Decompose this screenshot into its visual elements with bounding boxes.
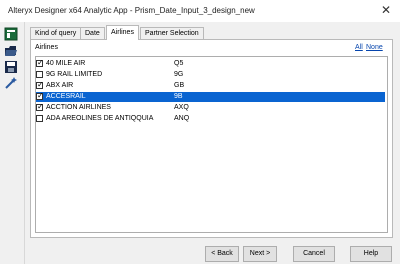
airline-name: ABX AIR xyxy=(46,82,74,89)
airline-name: ADA AREOLINES DE ANTIQQUIA xyxy=(46,115,154,122)
airline-code: GB xyxy=(174,82,185,89)
close-icon[interactable]: ✕ xyxy=(379,3,393,17)
checkbox[interactable] xyxy=(36,71,43,78)
airline-name: ACCTION AIRLINES xyxy=(46,104,111,111)
tab-date[interactable]: Date xyxy=(80,27,105,39)
checkbox[interactable]: ✓ xyxy=(36,102,44,111)
airlines-label: Airlines xyxy=(35,44,58,51)
list-item[interactable]: ✓ ABX AIR GB xyxy=(36,80,385,91)
checkmark-icon: ✓ xyxy=(37,58,44,67)
airline-code: AXQ xyxy=(174,104,189,111)
select-all-link[interactable]: All xyxy=(355,44,363,51)
checkbox[interactable] xyxy=(36,115,43,122)
tab-partner-selection[interactable]: Partner Selection xyxy=(140,27,204,39)
checkmark-icon: ✓ xyxy=(37,80,44,89)
tab-kind-of-query[interactable]: Kind of query xyxy=(30,27,82,39)
title-bar: Alteryx Designer x64 Analytic App - Pris… xyxy=(0,0,400,23)
airline-code: 9B xyxy=(174,93,183,100)
checkbox[interactable]: ✓ xyxy=(36,80,44,89)
select-none-link[interactable]: None xyxy=(366,44,383,51)
list-item[interactable]: ✓ ACCTION AIRLINES AXQ xyxy=(36,102,385,113)
airline-code: Q5 xyxy=(174,60,184,67)
app-tool-icon[interactable] xyxy=(4,27,18,41)
tab-airlines[interactable]: Airlines xyxy=(106,25,139,40)
airline-name: 9G RAIL LIMITED xyxy=(46,71,103,78)
airline-name: 40 MILE AIR xyxy=(46,60,86,67)
list-item[interactable]: ✓ 40 MILE AIR Q5 xyxy=(36,58,385,69)
save-icon[interactable] xyxy=(4,60,18,74)
checkmark-icon: ✓ xyxy=(37,102,44,111)
back-button[interactable]: < Back xyxy=(205,246,239,262)
left-toolbar xyxy=(0,22,25,264)
checkmark-icon: ✓ xyxy=(37,91,44,100)
window-title: Alteryx Designer x64 Analytic App - Pris… xyxy=(8,6,255,15)
magic-wand-icon[interactable] xyxy=(4,76,18,90)
next-button[interactable]: Next > xyxy=(243,246,277,262)
list-item[interactable]: ADA AREOLINES DE ANTIQQUIA ANQ xyxy=(36,114,385,124)
list-item[interactable]: 9G RAIL LIMITED 9G xyxy=(36,70,385,80)
airline-code: 9G xyxy=(174,71,184,78)
airline-name: ACCESRAIL xyxy=(46,93,86,100)
cancel-button[interactable]: Cancel xyxy=(293,246,335,262)
airline-code: ANQ xyxy=(174,115,190,122)
help-button[interactable]: Help xyxy=(350,246,392,262)
open-folder-icon[interactable] xyxy=(4,44,18,58)
list-item[interactable]: ✓ ACCESRAIL 9B xyxy=(36,91,385,102)
checkbox[interactable]: ✓ xyxy=(36,58,44,67)
checkbox[interactable]: ✓ xyxy=(36,91,44,100)
